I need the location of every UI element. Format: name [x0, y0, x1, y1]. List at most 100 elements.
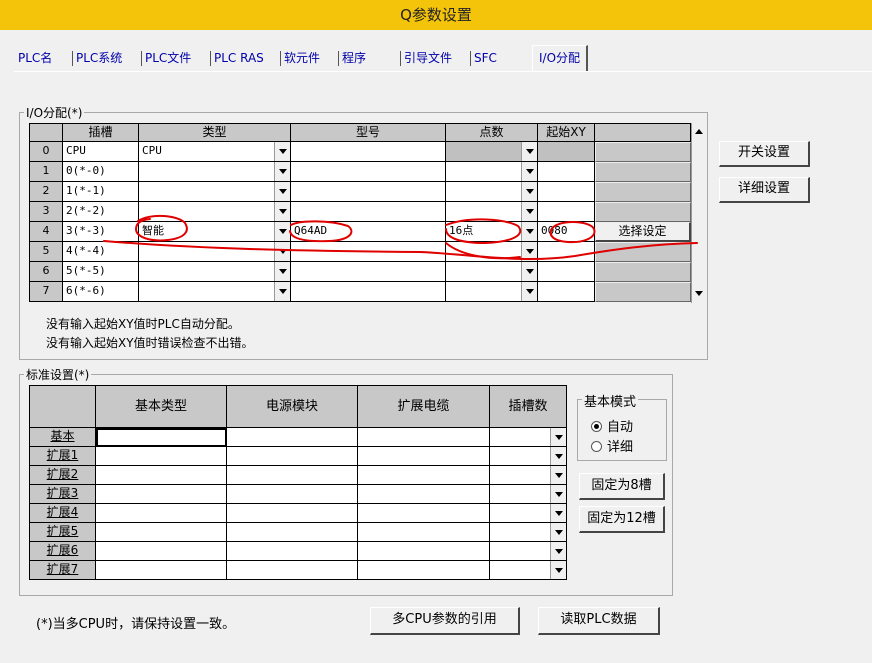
- slot-cell[interactable]: 1(*-1): [63, 182, 139, 202]
- base-mode-detail-radio[interactable]: 详细: [591, 436, 633, 455]
- slot-count-cell[interactable]: [490, 466, 567, 485]
- slot-cell[interactable]: 0(*-0): [63, 162, 139, 182]
- dropdown-arrow-icon[interactable]: [550, 561, 566, 579]
- dropdown-arrow-icon[interactable]: [274, 262, 290, 281]
- type-cell[interactable]: [139, 182, 291, 202]
- start-xy-cell[interactable]: 0080: [538, 222, 595, 242]
- tab-plc-ras[interactable]: PLC RAS: [210, 47, 264, 71]
- type-cell[interactable]: CPU: [139, 142, 291, 162]
- extension-cable-cell[interactable]: [358, 466, 490, 485]
- dropdown-arrow-icon[interactable]: [521, 222, 537, 241]
- dropdown-arrow-icon[interactable]: [274, 142, 290, 161]
- read-plc-data-button[interactable]: 读取PLC数据: [538, 607, 660, 635]
- model-cell[interactable]: [291, 242, 446, 262]
- start-xy-cell[interactable]: [538, 202, 595, 222]
- detail-cell[interactable]: [595, 162, 691, 182]
- slot-count-cell[interactable]: [490, 485, 567, 504]
- dropdown-arrow-icon[interactable]: [550, 485, 566, 503]
- extension-cable-cell[interactable]: [358, 428, 490, 447]
- start-xy-cell[interactable]: [538, 282, 595, 302]
- tab-device[interactable]: 软元件: [280, 47, 320, 71]
- tab-program[interactable]: 程序: [338, 47, 366, 71]
- fixed-12-slot-button[interactable]: 固定为12槽: [579, 506, 665, 533]
- tab-plc-name[interactable]: PLC名: [18, 47, 52, 71]
- scroll-down-icon[interactable]: [692, 287, 706, 301]
- model-cell[interactable]: [291, 182, 446, 202]
- power-module-cell[interactable]: [227, 542, 358, 561]
- points-cell[interactable]: [446, 162, 538, 182]
- dropdown-arrow-icon[interactable]: [550, 447, 566, 465]
- power-module-cell[interactable]: [227, 561, 358, 580]
- dropdown-arrow-icon[interactable]: [521, 142, 537, 161]
- base-model-cell[interactable]: [96, 504, 227, 523]
- slot-count-cell[interactable]: [490, 447, 567, 466]
- dropdown-arrow-icon[interactable]: [521, 162, 537, 181]
- slot-cell[interactable]: 6(*-6): [63, 282, 139, 302]
- switch-settings-button[interactable]: 开关设置: [719, 141, 810, 167]
- dropdown-arrow-icon[interactable]: [274, 222, 290, 241]
- slot-count-cell[interactable]: [490, 523, 567, 542]
- detail-cell[interactable]: 选择设定: [595, 222, 691, 242]
- points-cell[interactable]: 16点: [446, 222, 538, 242]
- dropdown-arrow-icon[interactable]: [274, 242, 290, 261]
- detail-cell[interactable]: [595, 202, 691, 222]
- multi-cpu-parameter-button[interactable]: 多CPU参数的引用: [370, 607, 520, 635]
- tab-io-assignment[interactable]: I/O分配: [532, 45, 589, 71]
- points-cell[interactable]: [446, 282, 538, 302]
- fixed-8-slot-button[interactable]: 固定为8槽: [579, 473, 665, 500]
- base-model-cell[interactable]: [96, 561, 227, 580]
- power-module-cell[interactable]: [227, 504, 358, 523]
- extension-cable-cell[interactable]: [358, 447, 490, 466]
- extension-cable-cell[interactable]: [358, 542, 490, 561]
- dropdown-arrow-icon[interactable]: [274, 282, 290, 301]
- tab-boot-file[interactable]: 引导文件: [400, 47, 452, 71]
- extension-cable-cell[interactable]: [358, 485, 490, 504]
- model-cell[interactable]: [291, 262, 446, 282]
- type-cell[interactable]: [139, 202, 291, 222]
- dropdown-arrow-icon[interactable]: [274, 162, 290, 181]
- io-vertical-scrollbar[interactable]: [691, 123, 707, 303]
- dropdown-arrow-icon[interactable]: [550, 523, 566, 541]
- slot-cell[interactable]: 2(*-2): [63, 202, 139, 222]
- points-cell[interactable]: [446, 202, 538, 222]
- dropdown-arrow-icon[interactable]: [550, 428, 566, 446]
- slot-count-cell[interactable]: [490, 542, 567, 561]
- type-cell[interactable]: [139, 282, 291, 302]
- points-cell[interactable]: [446, 142, 538, 162]
- detail-cell[interactable]: [595, 242, 691, 262]
- type-cell[interactable]: [139, 242, 291, 262]
- model-cell[interactable]: Q64AD: [291, 222, 446, 242]
- start-xy-cell[interactable]: [538, 242, 595, 262]
- detail-cell[interactable]: [595, 142, 691, 162]
- base-model-cell[interactable]: [96, 542, 227, 561]
- slot-cell[interactable]: 3(*-3): [63, 222, 139, 242]
- base-model-cell[interactable]: [96, 523, 227, 542]
- type-cell[interactable]: [139, 262, 291, 282]
- base-model-cell[interactable]: [96, 447, 227, 466]
- dropdown-arrow-icon[interactable]: [274, 202, 290, 221]
- dropdown-arrow-icon[interactable]: [521, 242, 537, 261]
- model-cell[interactable]: [291, 202, 446, 222]
- model-cell[interactable]: [291, 142, 446, 162]
- model-cell[interactable]: [291, 282, 446, 302]
- detail-cell[interactable]: [595, 282, 691, 302]
- base-model-cell[interactable]: [96, 428, 227, 447]
- slot-cell[interactable]: CPU: [63, 142, 139, 162]
- dropdown-arrow-icon[interactable]: [550, 466, 566, 484]
- dropdown-arrow-icon[interactable]: [521, 202, 537, 221]
- dropdown-arrow-icon[interactable]: [274, 182, 290, 201]
- extension-cable-cell[interactable]: [358, 561, 490, 580]
- type-cell[interactable]: [139, 162, 291, 182]
- tab-sfc[interactable]: SFC: [470, 47, 497, 71]
- detail-cell[interactable]: [595, 262, 691, 282]
- slot-count-cell[interactable]: [490, 504, 567, 523]
- slot-count-cell[interactable]: [490, 561, 567, 580]
- detail-cell[interactable]: [595, 182, 691, 202]
- slot-cell[interactable]: 5(*-5): [63, 262, 139, 282]
- base-model-cell[interactable]: [96, 485, 227, 504]
- power-module-cell[interactable]: [227, 523, 358, 542]
- points-cell[interactable]: [446, 182, 538, 202]
- tab-plc-file[interactable]: PLC文件: [141, 47, 191, 71]
- base-model-cell[interactable]: [96, 466, 227, 485]
- points-cell[interactable]: [446, 242, 538, 262]
